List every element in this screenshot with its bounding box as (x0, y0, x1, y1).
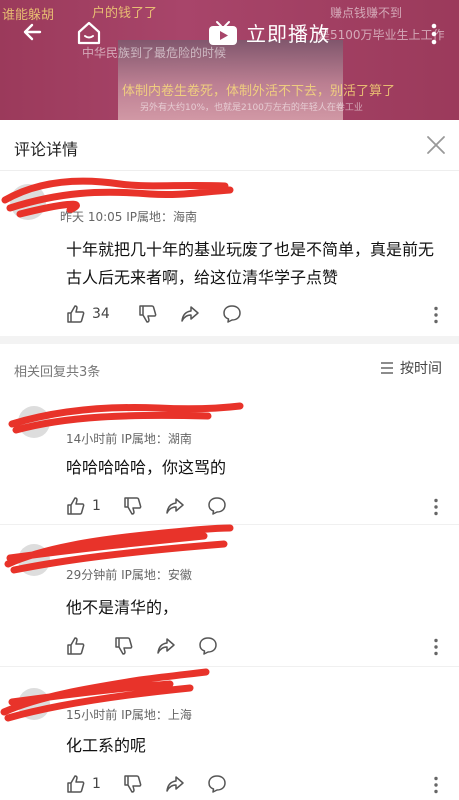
reply-item: 15小时前 IP属地：上海 化工系的呢 1 (0, 666, 459, 800)
thumbs-up-icon (67, 637, 85, 655)
sort-icon (381, 362, 393, 374)
reply-meta: 14小时前 IP属地：湖南 (66, 432, 192, 446)
replies-bar: 相关回复共3条 按时间 (0, 344, 459, 388)
close-icon[interactable] (426, 135, 446, 155)
like-button[interactable]: 1 (66, 496, 101, 516)
thumbs-up-icon (67, 497, 85, 515)
like-button[interactable] (66, 636, 92, 656)
play-now-button[interactable]: 立即播放 (208, 18, 330, 47)
reply-more-icon[interactable] (433, 638, 439, 656)
main-comment: 昨天 10:05 IP属地：海南 十年就把几十年的基业玩废了也是不简单，真是前无… (0, 170, 459, 336)
share-icon[interactable] (165, 496, 185, 516)
reply-meta: 15小时前 IP属地：上海 (66, 708, 192, 722)
play-now-label: 立即播放 (246, 22, 330, 46)
thumbs-up-icon (67, 305, 85, 323)
home-icon[interactable] (76, 20, 102, 46)
back-arrow-icon[interactable] (20, 20, 44, 44)
video-overlay-text: 体制内卷生卷死，体制外活不下去，别活了算了 (122, 84, 396, 99)
like-button[interactable]: 34 (66, 304, 110, 324)
sort-label: 按时间 (400, 361, 442, 377)
reply-actions: 1 (66, 774, 227, 794)
share-icon[interactable] (165, 774, 185, 794)
reply-more-icon[interactable] (433, 498, 439, 516)
comment-meta: 昨天 10:05 IP属地：海南 (60, 210, 197, 224)
comment-bubble-icon[interactable] (222, 304, 242, 324)
thumbs-down-icon[interactable] (123, 774, 143, 794)
tv-play-icon (209, 20, 237, 45)
thumbs-down-icon[interactable] (138, 304, 158, 324)
sort-by-time-button[interactable]: 按时间 (380, 358, 442, 378)
reply-text: 他不是清华的， (66, 598, 179, 617)
section-divider (0, 336, 459, 344)
reply-meta: 29分钟前 IP属地：安徽 (66, 568, 192, 582)
like-count: 1 (92, 776, 101, 792)
like-count: 1 (92, 498, 101, 514)
reply-item: 29分钟前 IP属地：安徽 他不是清华的， (0, 524, 459, 667)
thumbs-up-icon (67, 775, 85, 793)
share-icon[interactable] (180, 304, 200, 324)
comment-details-title: 评论详情 (14, 140, 79, 159)
comment-details-header: 评论详情 (0, 120, 459, 171)
reply-actions: 1 (66, 496, 227, 516)
comment-bubble-icon[interactable] (198, 636, 218, 656)
reply-more-icon[interactable] (433, 776, 439, 794)
video-player[interactable]: 谁能躲胡 户的钱了了 中华民族到了最危险的时候 赚点钱赚不到 是5100万毕业生… (0, 0, 459, 120)
like-count: 34 (92, 306, 110, 322)
reply-actions (66, 636, 218, 656)
reply-item: 14小时前 IP属地：湖南 哈哈哈哈哈，你这骂的 1 (0, 388, 459, 525)
comment-more-icon[interactable] (433, 306, 439, 324)
reply-text: 哈哈哈哈哈，你这骂的 (66, 458, 227, 477)
comment-text: 十年就把几十年的基业玩废了也是不简单，真是前无古人后无来者啊，给这位清华学子点赞 (66, 240, 435, 287)
video-overlay-text: 另外有大约10%，也就是2100万左右的年轻人在卷工业 (140, 103, 363, 113)
more-options-icon[interactable] (428, 22, 440, 46)
comment-bubble-icon[interactable] (207, 774, 227, 794)
thumbs-down-icon[interactable] (114, 636, 134, 656)
player-topbar: 立即播放 (0, 10, 459, 54)
reply-text: 化工系的呢 (66, 736, 147, 755)
thumbs-down-icon[interactable] (123, 496, 143, 516)
replies-count: 相关回复共3条 (14, 365, 101, 380)
like-button[interactable]: 1 (66, 774, 101, 794)
comment-actions: 34 (66, 304, 242, 324)
comment-bubble-icon[interactable] (207, 496, 227, 516)
share-icon[interactable] (156, 636, 176, 656)
